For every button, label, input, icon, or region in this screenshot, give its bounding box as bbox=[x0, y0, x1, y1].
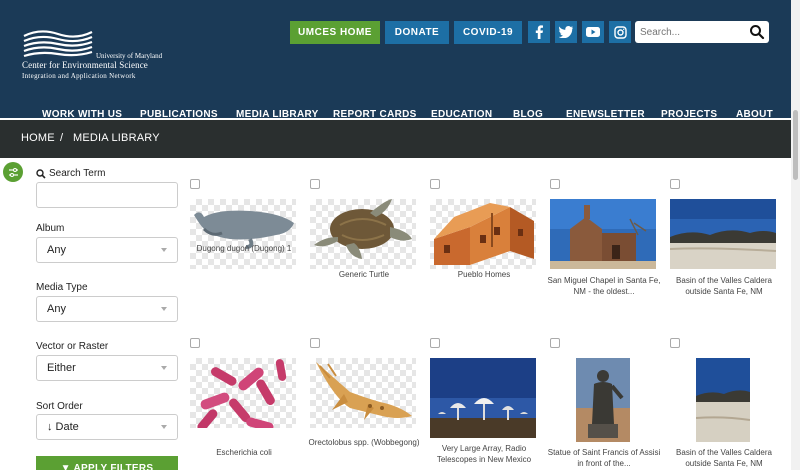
media-thumbnail-ecoli[interactable] bbox=[190, 358, 296, 428]
album-label: Album bbox=[36, 223, 65, 234]
page: University of Maryland Center for Enviro… bbox=[0, 0, 800, 470]
chapel-photo bbox=[550, 199, 656, 269]
media-type-select-value: Any bbox=[47, 303, 66, 315]
media-caption[interactable]: Basin of the Valles Caldera outside Sant… bbox=[664, 447, 784, 469]
statue-photo bbox=[576, 358, 630, 442]
breadcrumb-home[interactable]: HOME bbox=[21, 132, 55, 144]
chevron-down-icon bbox=[161, 366, 167, 370]
media-thumbnail-vla[interactable] bbox=[430, 358, 536, 438]
media-caption[interactable]: Orectolobus spp. (Wobbegong) bbox=[304, 437, 424, 448]
dugong-image bbox=[194, 210, 294, 249]
media-select-checkbox[interactable] bbox=[310, 338, 320, 348]
media-select-checkbox[interactable] bbox=[190, 179, 200, 189]
turtle-image bbox=[314, 199, 412, 259]
media-caption[interactable]: Very Large Array, Radio Telescopes in Ne… bbox=[424, 443, 544, 465]
media-select-checkbox[interactable] bbox=[430, 338, 440, 348]
caldera-photo bbox=[670, 199, 776, 269]
logo-center: Center for Environmental Science bbox=[22, 60, 148, 70]
media-select-checkbox[interactable] bbox=[310, 179, 320, 189]
media-thumbnail-statue[interactable] bbox=[576, 358, 630, 442]
site-header: University of Maryland Center for Enviro… bbox=[0, 0, 800, 120]
media-caption[interactable]: Basin of the Valles Caldera outside Sant… bbox=[664, 275, 784, 297]
ecoli-image bbox=[197, 359, 287, 428]
media-select-checkbox[interactable] bbox=[430, 179, 440, 189]
sort-order-select-value: ↓ Date bbox=[47, 421, 79, 433]
media-thumbnail-chapel[interactable] bbox=[550, 199, 656, 269]
caldera-photo bbox=[696, 358, 750, 442]
chevron-down-icon bbox=[161, 307, 167, 311]
ian-logo[interactable]: University of Maryland Center for Enviro… bbox=[22, 24, 172, 84]
sliders-icon bbox=[8, 167, 18, 177]
media-thumbnail-dugong[interactable] bbox=[190, 199, 296, 269]
breadcrumb-separator: / bbox=[60, 132, 64, 144]
covid-button[interactable]: COVID-19 bbox=[454, 21, 522, 44]
donate-button[interactable]: DONATE bbox=[385, 21, 449, 44]
logo-network: Integration and Application Network bbox=[22, 72, 136, 80]
site-search-input[interactable] bbox=[635, 22, 745, 42]
chevron-down-icon bbox=[161, 248, 167, 252]
media-caption[interactable]: Generic Turtle bbox=[304, 269, 424, 280]
instagram-icon[interactable] bbox=[609, 21, 631, 43]
chevron-down-icon bbox=[161, 425, 167, 429]
sort-order-label: Sort Order bbox=[36, 401, 83, 412]
media-thumbnail-caldera[interactable] bbox=[670, 199, 776, 269]
scrollbar-thumb[interactable] bbox=[793, 110, 798, 180]
pueblo-image bbox=[434, 203, 534, 265]
youtube-icon[interactable] bbox=[582, 21, 604, 43]
twitter-icon[interactable] bbox=[555, 21, 577, 43]
search-icon bbox=[36, 168, 46, 179]
album-select-value: Any bbox=[47, 244, 66, 256]
media-type-select[interactable]: Any bbox=[36, 296, 178, 322]
media-select-checkbox[interactable] bbox=[190, 338, 200, 348]
umces-home-button[interactable]: UMCES HOME bbox=[290, 21, 380, 44]
media-type-label: Media Type bbox=[36, 282, 88, 293]
media-caption[interactable]: Pueblo Homes bbox=[424, 269, 544, 280]
media-caption[interactable]: Statue of Saint Francis of Assisi in fro… bbox=[544, 447, 664, 469]
logo-university: University of Maryland bbox=[96, 52, 163, 60]
media-thumbnail-pueblo[interactable] bbox=[430, 199, 536, 269]
filter-toggle-button[interactable] bbox=[3, 162, 23, 182]
media-caption[interactable]: San Miguel Chapel in Santa Fe, NM - the … bbox=[544, 275, 664, 297]
vla-photo bbox=[430, 358, 536, 438]
search-term-label-text: Search Term bbox=[49, 168, 106, 179]
media-caption[interactable]: Dugong dugon (Dugong) 1 bbox=[184, 243, 304, 254]
site-search bbox=[635, 21, 769, 43]
vector-raster-select-value: Either bbox=[47, 362, 76, 374]
media-select-checkbox[interactable] bbox=[670, 338, 680, 348]
media-select-checkbox[interactable] bbox=[550, 179, 560, 189]
vector-raster-select[interactable]: Either bbox=[36, 355, 178, 381]
breadcrumb: HOME / MEDIA LIBRARY bbox=[0, 120, 800, 158]
media-thumbnail-wobbegong[interactable] bbox=[310, 358, 416, 428]
apply-filters-button[interactable]: ▼ APPLY FILTERS bbox=[36, 456, 178, 470]
scrollbar-track[interactable] bbox=[791, 0, 800, 470]
waves-logo-icon bbox=[22, 26, 94, 62]
sort-order-select[interactable]: ↓ Date bbox=[36, 414, 178, 440]
media-thumbnail-caldera-2[interactable] bbox=[696, 358, 750, 442]
media-caption[interactable]: Escherichia coli bbox=[184, 447, 304, 458]
wobbegong-image bbox=[316, 362, 412, 420]
media-select-checkbox[interactable] bbox=[550, 338, 560, 348]
search-term-input[interactable] bbox=[36, 182, 178, 208]
breadcrumb-current: MEDIA LIBRARY bbox=[73, 132, 160, 144]
vector-raster-label: Vector or Raster bbox=[36, 341, 109, 352]
media-thumbnail-turtle[interactable] bbox=[310, 199, 416, 269]
search-term-label: Search Term bbox=[36, 168, 106, 179]
media-select-checkbox[interactable] bbox=[670, 179, 680, 189]
album-select[interactable]: Any bbox=[36, 237, 178, 263]
facebook-icon[interactable] bbox=[528, 21, 550, 43]
search-icon[interactable] bbox=[749, 24, 765, 40]
